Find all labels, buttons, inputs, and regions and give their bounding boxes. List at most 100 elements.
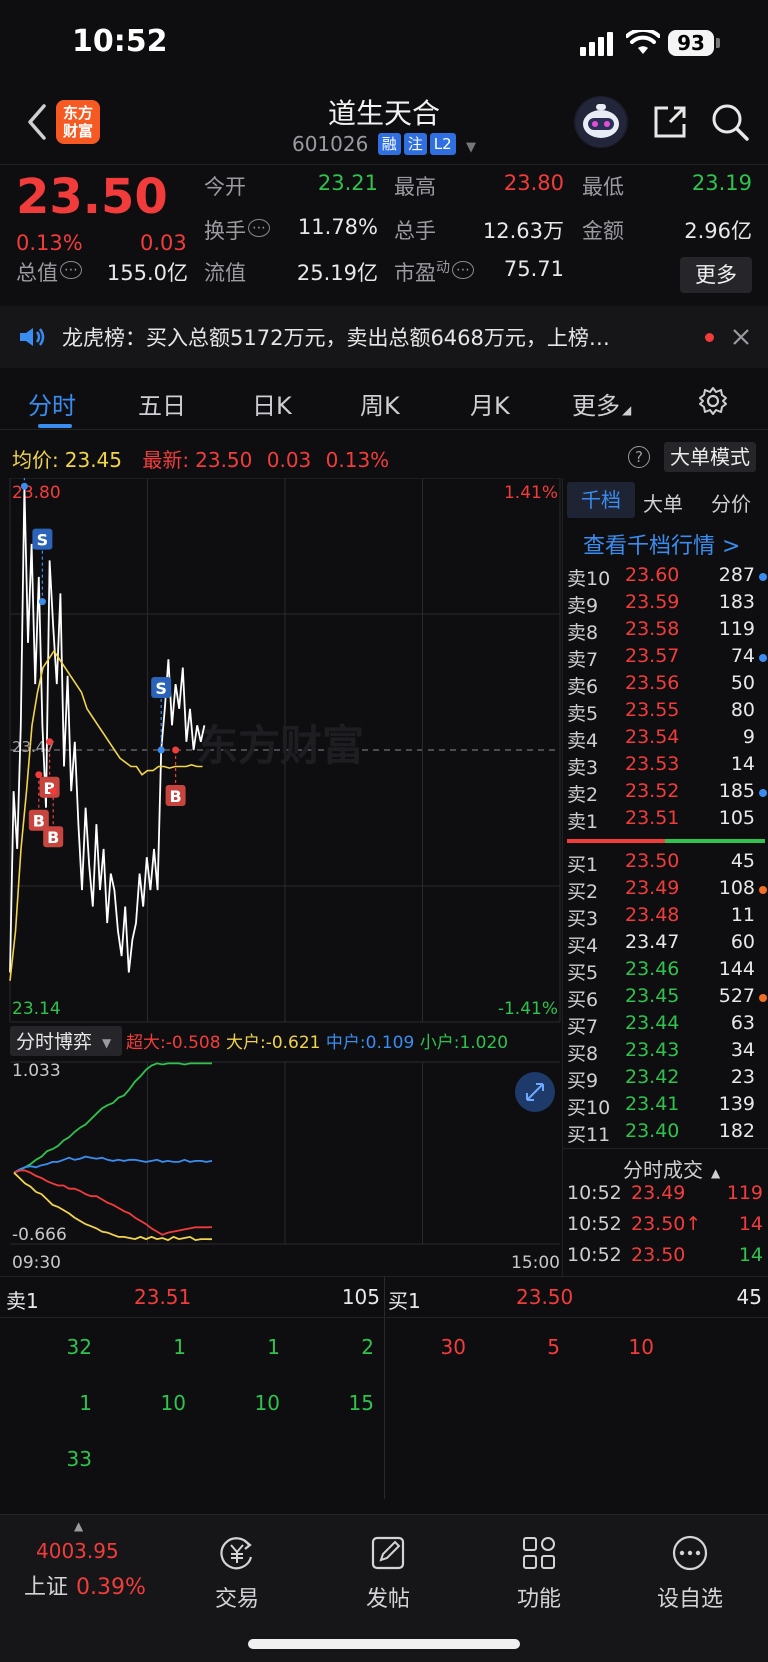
bid-row[interactable]: 买8 23.43 34 [563, 1039, 768, 1066]
ask-row[interactable]: 卖3 23.53 14 [563, 753, 768, 780]
index-summary[interactable]: 上证 0.39% [24, 1569, 146, 1601]
ask-queue-cells: 32 1 1 2 1 10 10 15 33 [0, 1317, 384, 1497]
level-price: 23.48 [625, 904, 680, 926]
ask-row[interactable]: 卖4 23.54 9 [563, 726, 768, 753]
tab-thousand-level[interactable]: 千档 [567, 482, 635, 518]
open-value: 23.21 [317, 171, 378, 195]
nav-trade[interactable]: 交易 [177, 1535, 297, 1613]
trade-time: 10:52 [567, 1182, 622, 1204]
level-label: 卖2 [567, 784, 599, 806]
ask-row[interactable]: 卖5 23.55 80 [563, 699, 768, 726]
flow-series [13, 1062, 213, 1242]
level-volume: 182 [718, 1120, 755, 1142]
level-label: 买3 [567, 908, 599, 930]
index-value[interactable]: 4003.95 [36, 1539, 119, 1563]
turnover-label: 换手 ⋯ [204, 215, 270, 245]
low-value: 23.19 [691, 171, 752, 195]
info-icon[interactable]: ⋯ [452, 261, 474, 279]
price-summary-bar: 均价: 23.45 最新: 23.50 0.03 0.13% ? 大单模式 [0, 436, 768, 476]
queue-cell: 10 [254, 1391, 280, 1415]
ask-row[interactable]: 卖1 23.51 105 [563, 807, 768, 834]
avg-price-text: 均价: 23.45 最新: 23.50 0.03 0.13% [12, 448, 390, 472]
view-depth-link[interactable]: 查看千档行情 > [583, 528, 740, 560]
trades-title[interactable]: 分时成交 ▲ [623, 1154, 720, 1183]
big-order-mode-button[interactable]: 大单模式 [664, 442, 756, 472]
ask-row[interactable]: 卖8 23.58 119 [563, 618, 768, 645]
tab-intraday[interactable]: 分时 [28, 386, 76, 421]
level-label: 买7 [567, 1016, 599, 1038]
level-volume: 34 [730, 1039, 755, 1061]
high-label: 最高 [394, 175, 436, 199]
tab-big-order[interactable]: 大单 [643, 488, 683, 517]
level-price: 23.43 [625, 1039, 680, 1061]
info-icon[interactable]: ⋯ [248, 219, 270, 237]
bid-row[interactable]: 买7 23.44 63 [563, 1012, 768, 1039]
queue-cell: 10 [160, 1391, 186, 1415]
ask-row[interactable]: 卖7 23.57 74 [563, 645, 768, 672]
queue-bid-price: 23.50 [516, 1285, 574, 1309]
tab-daily-k[interactable]: 日K [252, 386, 292, 421]
trade-row: 10:52 23.50↑ 14 [563, 1213, 768, 1240]
bid-row[interactable]: 买9 23.42 23 [563, 1066, 768, 1093]
news-ticker[interactable]: 龙虎榜：买入总额5172万元，卖出总额6468万元，上榜… [0, 306, 768, 368]
home-indicator [248, 1639, 520, 1649]
bid-row[interactable]: 买6 23.45 527 [563, 985, 768, 1012]
more-button[interactable]: 更多 [680, 257, 752, 293]
trade-volume: 14 [738, 1244, 763, 1266]
help-icon[interactable]: ? [628, 446, 650, 468]
caret-up-icon: ▲ [711, 1166, 721, 1180]
tab-five-day[interactable]: 五日 [138, 386, 186, 421]
flow-grid [10, 1061, 560, 1245]
ask-row[interactable]: 卖10 23.60 287 [563, 564, 768, 591]
share-icon[interactable] [650, 102, 690, 142]
nav-functions[interactable]: 功能 [479, 1535, 599, 1613]
bid-row[interactable]: 买4 23.47 60 [563, 931, 768, 958]
level-label: 卖3 [567, 757, 599, 779]
queue-cell: 1 [173, 1335, 186, 1359]
level-label: 买6 [567, 989, 599, 1011]
trade-row: 10:52 23.49 119 [563, 1182, 768, 1209]
grid-apps-icon [523, 1537, 555, 1569]
robot-assistant-icon[interactable] [574, 96, 628, 148]
level-price: 23.47 [625, 931, 680, 953]
marker-dot [46, 738, 54, 746]
bid-row[interactable]: 买10 23.41 139 [563, 1093, 768, 1120]
tab-monthly-k[interactable]: 月K [470, 386, 510, 421]
bid-row[interactable]: 买5 23.46 144 [563, 958, 768, 985]
order-book-panel: 千档 大单 分价 查看千档行情 > 卖10 23.60 287 卖9 23.59 183 卖… [562, 478, 768, 1276]
nav-post[interactable]: 发帖 [328, 1535, 448, 1613]
time-end-label: 15:00 [511, 1253, 560, 1273]
trade-time: 10:52 [567, 1244, 622, 1266]
intraday-chart[interactable]: 东方财富 23.80 23.47 23.14 1.41% -1.41% SSSB… [0, 478, 562, 1278]
info-icon[interactable]: ⋯ [60, 261, 82, 279]
level-volume: 183 [718, 591, 755, 613]
level-price: 23.42 [625, 1066, 680, 1088]
tab-more[interactable]: 更多 ◢ [572, 386, 631, 421]
queue-cell: 10 [628, 1335, 654, 1359]
ask-row[interactable]: 卖6 23.56 50 [563, 672, 768, 699]
dropdown-caret-icon: ▼ [102, 1036, 112, 1050]
flow-bottom-label: -0.666 [12, 1225, 67, 1245]
level-price: 23.51 [625, 807, 680, 829]
pct-bottom-label: -1.41% [498, 999, 558, 1019]
tab-price-dist[interactable]: 分价 [711, 488, 751, 517]
close-icon[interactable] [732, 328, 750, 346]
ask-row[interactable]: 卖2 23.52 185 [563, 780, 768, 807]
index-caret-icon: ▲ [74, 1519, 84, 1533]
queue-bid-label: 买1 [388, 1289, 421, 1313]
bid-row[interactable]: 买1 23.50 45 [563, 850, 768, 877]
price-top-label: 23.80 [12, 483, 61, 503]
bid-row[interactable]: 买11 23.40 182 [563, 1120, 768, 1147]
bid-row[interactable]: 买2 23.49 108 [563, 877, 768, 904]
ask-row[interactable]: 卖9 23.59 183 [563, 591, 768, 618]
battery-level: 93 [668, 30, 714, 56]
tab-weekly-k[interactable]: 周K [360, 386, 400, 421]
bid-row[interactable]: 买3 23.48 11 [563, 904, 768, 931]
float-cap-label: 流值 [204, 261, 246, 285]
settings-gear-icon[interactable] [698, 386, 728, 416]
nav-add-watchlist[interactable]: 设自选 [630, 1535, 750, 1613]
level-price: 23.59 [625, 591, 680, 613]
search-icon[interactable] [710, 102, 750, 142]
ask-divider [567, 839, 665, 843]
price-line [9, 486, 206, 973]
